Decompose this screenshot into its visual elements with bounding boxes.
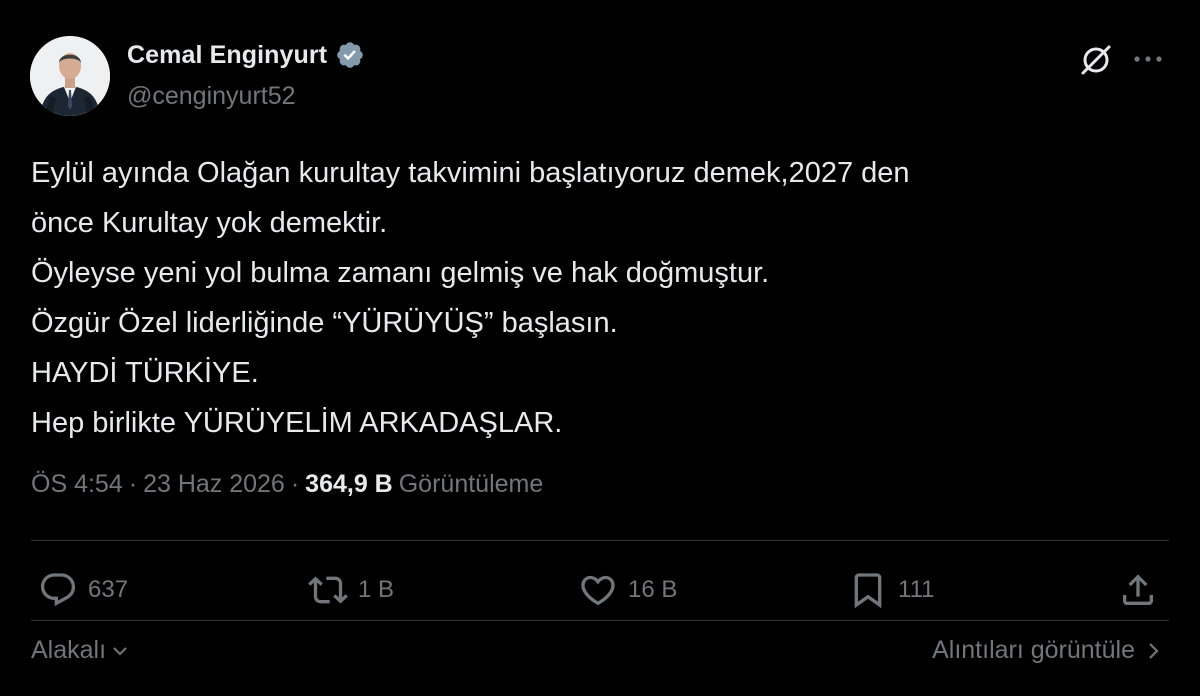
like-icon <box>581 575 615 606</box>
tweet-text-line: Öyleyse yeni yol bulma zamanı gelmiş ve … <box>31 257 770 289</box>
chevron-right-icon <box>1149 642 1159 659</box>
divider <box>31 620 1169 621</box>
grok-icon[interactable] <box>1078 42 1114 78</box>
reply-count: 637 <box>88 576 129 603</box>
avatar[interactable] <box>30 36 110 116</box>
reply-icon <box>40 573 76 607</box>
divider <box>31 540 1169 541</box>
retweet-count: 1 B <box>358 576 395 603</box>
like-button[interactable]: 16 B <box>578 570 677 610</box>
replies-footer: Alakalı Alıntıları görüntüle <box>31 630 1169 674</box>
tweet-meta: ÖS 4:54 · 23 Haz 2026 · 364,9 B Görüntül… <box>31 470 543 499</box>
bookmark-count: 111 <box>898 576 935 603</box>
retweet-icon <box>308 576 348 604</box>
sort-label: Alakalı <box>31 636 107 664</box>
meta-separator: · <box>128 470 138 498</box>
retweet-button[interactable]: 1 B <box>308 570 394 610</box>
tweet-text-line: Eylül ayında Olağan kurultay takvimini b… <box>31 157 910 189</box>
author-name-row: Cemal Enginyurt <box>127 40 365 70</box>
views-count[interactable]: 364,9 B <box>305 470 393 499</box>
author-handle[interactable]: @cenginyurt52 <box>127 82 296 111</box>
tweet-text-line: HAYDİ TÜRKİYE. <box>31 357 259 389</box>
tweet-text: Eylül ayında Olağan kurultay takvimini b… <box>31 148 1161 448</box>
tweet-container: Cemal Enginyurt @cenginyurt52 Eylül ayın… <box>0 0 1200 696</box>
meta-separator: · <box>290 470 300 498</box>
tweet-text-line: Özgür Özel liderliğinde “YÜRÜYÜŞ” başlas… <box>31 307 618 339</box>
share-button[interactable] <box>1118 570 1158 610</box>
tweet-text-line: Hep birlikte YÜRÜYELİM ARKADAŞLAR. <box>31 407 563 439</box>
like-count: 16 B <box>628 576 678 603</box>
tweet-date[interactable]: 23 Haz 2026 <box>143 470 285 499</box>
sort-replies-toggle[interactable]: Alakalı <box>31 636 130 665</box>
action-bar: 637 1 B 16 B 111 <box>0 560 1200 620</box>
share-icon <box>1123 574 1153 605</box>
avatar-image <box>30 36 110 116</box>
bookmark-button[interactable]: 111 <box>848 570 934 610</box>
tweet-time[interactable]: ÖS 4:54 <box>31 470 123 499</box>
author-name[interactable]: Cemal Enginyurt <box>127 41 327 70</box>
tweet-text-line: önce Kurultay yok demektir. <box>31 207 388 239</box>
bookmark-icon <box>854 573 882 609</box>
quotes-label: Alıntıları görüntüle <box>932 636 1135 664</box>
view-quotes-link[interactable]: Alıntıları görüntüle <box>932 636 1163 665</box>
views-label: Görüntüleme <box>398 470 544 498</box>
reply-button[interactable]: 637 <box>38 570 128 610</box>
more-icon[interactable] <box>1128 44 1168 74</box>
verified-badge-icon[interactable] <box>335 40 365 70</box>
chevron-down-icon <box>113 646 127 655</box>
